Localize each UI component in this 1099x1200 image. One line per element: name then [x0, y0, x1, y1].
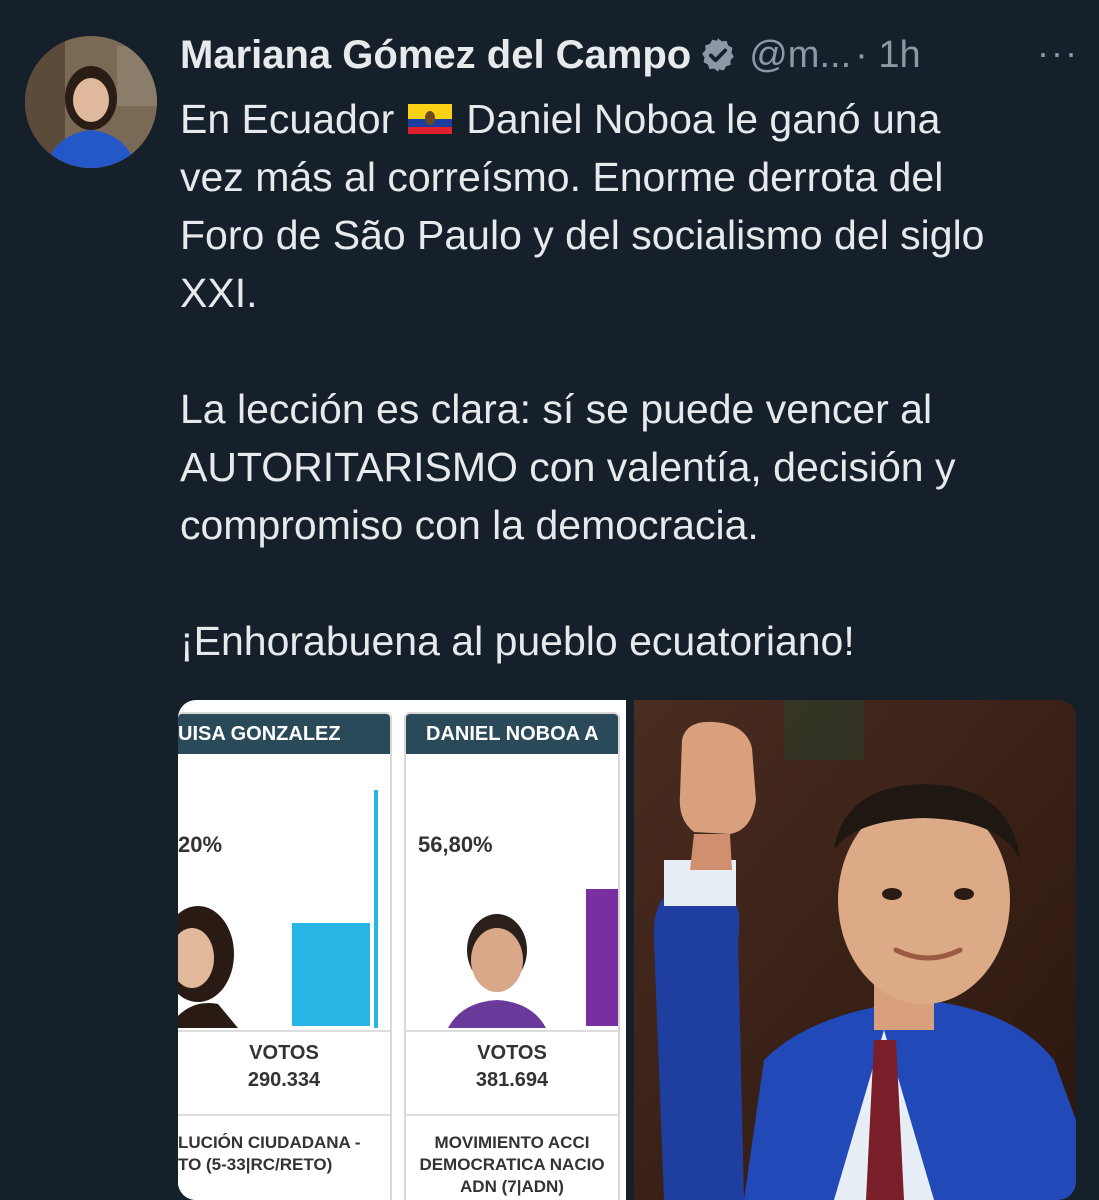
candidate-card: DANIEL NOBOA A 56,80% VOTOS 381.694 MOVI…: [404, 712, 620, 1200]
tweet-line: XXI.: [180, 270, 258, 316]
verified-badge-icon: [699, 36, 737, 74]
tweet-line: vez más al correísmo. Enorme derrota del: [180, 154, 944, 200]
tweet-line: AUTORITARISMO con valentía, decisión y: [180, 444, 956, 490]
votes-label: VOTOS: [477, 1042, 547, 1064]
votes-label: VOTOS: [249, 1042, 319, 1064]
tweet-line: En Ecuador Daniel Noboa le ganó una: [180, 90, 1080, 148]
author-avatar[interactable]: [25, 36, 157, 168]
author-name[interactable]: Mariana Gómez del Campo: [180, 33, 691, 78]
candidate-photo: [178, 894, 248, 1028]
party-name: MOVIMIENTO ACCI DEMOCRATICA NACIO ADN (7…: [419, 1133, 605, 1196]
party-name: LUCIÓN CIUDADANA - TO (5-33|RC/RETO): [178, 1133, 361, 1174]
party-box: MOVIMIENTO ACCI DEMOCRATICA NACIO ADN (7…: [406, 1114, 618, 1200]
ecuador-flag-icon: [408, 104, 453, 135]
party-box: LUCIÓN CIUDADANA - TO (5-33|RC/RETO): [178, 1114, 390, 1200]
vote-bar: [292, 923, 370, 1026]
candidate-percent: 20%: [178, 832, 223, 857]
tweet-line: Foro de São Paulo y del socialismo del s…: [180, 212, 985, 258]
candidate-card: UISA GONZALEZ 20% VOTOS 290.334 LUCIÓN C…: [178, 712, 392, 1200]
candidate-celebration-photo[interactable]: [634, 700, 1076, 1200]
votes-count: 381.694: [475, 1069, 549, 1091]
tweet-text-segment: En Ecuador: [180, 96, 395, 142]
author-handle[interactable]: @m...: [749, 34, 851, 77]
votes-count: 290.334: [247, 1069, 321, 1091]
candidate-photo: [442, 906, 552, 1028]
tweet-time[interactable]: · 1h: [855, 34, 920, 77]
tweet-line: compromiso con la democracia.: [180, 502, 759, 548]
bar-frame-line: [374, 790, 378, 1028]
candidate-name: DANIEL NOBOA A: [406, 714, 618, 754]
tweet-line: ¡Enhorabuena al pueblo ecuatoriano!: [180, 618, 855, 664]
tweet-line: La lección es clara: sí se puede vencer …: [180, 386, 933, 432]
votes-box: VOTOS 290.334: [178, 1030, 390, 1110]
election-results-image[interactable]: UISA GONZALEZ 20% VOTOS 290.334 LUCIÓN C…: [178, 700, 626, 1200]
more-options-icon[interactable]: ···: [1037, 32, 1079, 74]
votes-box: VOTOS 381.694: [406, 1030, 618, 1110]
tweet-text: En Ecuador Daniel Noboa le ganó una vez m…: [180, 90, 1080, 670]
tweet-text-segment: Daniel Noboa le ganó una: [466, 96, 941, 142]
candidate-name: UISA GONZALEZ: [178, 714, 390, 754]
tweet-header: Mariana Gómez del Campo @m... · 1h ···: [180, 32, 1079, 78]
tweet-media[interactable]: UISA GONZALEZ 20% VOTOS 290.334 LUCIÓN C…: [178, 700, 1076, 1200]
candidate-percent: 56,80%: [418, 832, 493, 857]
avatar-image: [25, 36, 157, 168]
vote-bar: [586, 889, 618, 1026]
